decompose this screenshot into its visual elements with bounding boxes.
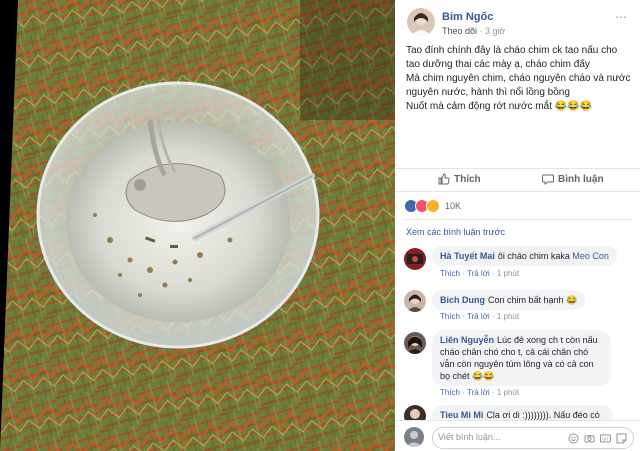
post-meta: Theo dõi · 3 giờ [442, 26, 505, 36]
comment-button[interactable]: Bình luận [542, 173, 604, 185]
comment-input-placeholder: Viết bình luận... [438, 432, 501, 442]
follow-button[interactable]: Theo dõi [442, 26, 477, 36]
comment-bubble: Liên Nguyễn Lúc đẻ xong ch t còn nấu cháo… [432, 330, 611, 386]
author-avatar[interactable] [407, 8, 435, 36]
comment-text: Cla ơi di :)))))))). Nấu đéo có [486, 410, 600, 420]
commenter-name[interactable]: Hà Tuyết Mai [440, 251, 495, 261]
sticker-icon[interactable] [616, 431, 627, 444]
post-actions-bar: Thích Bình luận [395, 168, 640, 192]
comment-time[interactable]: 1 phút [497, 388, 519, 397]
comment-input[interactable]: Viết bình luận... GIF [432, 427, 634, 449]
commenter-avatar[interactable] [404, 332, 426, 354]
comment-like-link[interactable]: Thích [440, 269, 460, 278]
comment-time[interactable]: 1 phút [497, 269, 519, 278]
post-header: Bim Ngốc ⋯ Theo dõi · 3 giờ [395, 0, 640, 40]
camera-icon[interactable] [584, 431, 595, 443]
ellipsis-icon[interactable]: ⋯ [615, 10, 628, 24]
commenter-name[interactable]: Tieu Mi Mi [440, 410, 483, 420]
divider [403, 219, 632, 220]
commenter-avatar[interactable] [404, 248, 426, 270]
comment-bubble: Hà Tuyết Mai ôi cháo chim kaka Meo Con [432, 246, 617, 266]
like-label: Thích [454, 173, 481, 185]
caption-line: Mà chim nguyên chim, cháo nguyên cháo và… [406, 73, 631, 98]
comment-reply-link[interactable]: Trả lời [467, 388, 490, 397]
post-time[interactable]: 3 giờ [485, 26, 505, 36]
comment-item: Liên Nguyễn Lúc đẻ xong ch t còn nấu cháo… [395, 330, 640, 400]
comment-text: Con chim bất hạnh 😂 [488, 295, 578, 305]
comment-meta: Thích · Trả lời · 1 phút [440, 269, 520, 278]
post-caption: Tao đính chính đây là cháo chim ck tao n… [406, 44, 631, 114]
photo-image [0, 0, 395, 451]
comment-reply-link[interactable]: Trả lời [467, 312, 490, 321]
tagged-user-link[interactable]: Meo Con [572, 251, 609, 261]
reaction-count: 10K [445, 201, 462, 211]
comment-meta: Thích · Trả lời · 1 phút [440, 388, 520, 397]
comment-item: Bich Dung Con chim bất hạnh 😂 Thích · Trả… [395, 288, 640, 328]
gif-icon[interactable]: GIF [600, 431, 611, 443]
commenter-name[interactable]: Liên Nguyễn [440, 335, 494, 345]
comment-item: Hà Tuyết Mai ôi cháo chim kaka Meo Con Th… [395, 246, 640, 286]
caption-line: Nuốt mà cảm động rớt nước mắt 😂😂😂 [406, 101, 593, 112]
post-side-panel: Bim Ngốc ⋯ Theo dõi · 3 giờ Tao đính chí… [395, 0, 640, 451]
reactions-summary[interactable]: 10K [404, 199, 461, 213]
author-name[interactable]: Bim Ngốc [442, 11, 493, 23]
post-photo[interactable] [0, 0, 395, 451]
emoji-icon[interactable] [568, 431, 579, 444]
commenter-avatar[interactable] [404, 290, 426, 312]
comment-meta: Thích · Trả lời · 1 phút [440, 312, 520, 321]
comment-like-link[interactable]: Thích [440, 388, 460, 397]
like-button[interactable]: Thích [438, 173, 481, 185]
thumbs-up-icon [438, 173, 450, 185]
comment-label: Bình luận [558, 173, 604, 185]
speech-bubble-icon [542, 174, 554, 185]
comment-reply-link[interactable]: Trả lời [467, 269, 490, 278]
comment-composer: Viết bình luận... GIF [395, 420, 640, 451]
caption-line: Tao đính chính đây là cháo chim ck tao n… [406, 45, 618, 70]
comment-like-link[interactable]: Thích [440, 312, 460, 321]
commenter-name[interactable]: Bich Dung [440, 295, 485, 305]
current-user-avatar[interactable] [404, 427, 424, 447]
view-previous-comments-link[interactable]: Xem các bình luận trước [406, 227, 505, 237]
haha-reaction-icon [426, 199, 440, 213]
comment-text: ôi cháo chim kaka [497, 251, 570, 261]
composer-icons: GIF [568, 431, 627, 444]
svg-text:GIF: GIF [602, 437, 610, 442]
comment-time[interactable]: 1 phút [497, 312, 519, 321]
comment-bubble: Bich Dung Con chim bất hạnh 😂 [432, 290, 586, 310]
